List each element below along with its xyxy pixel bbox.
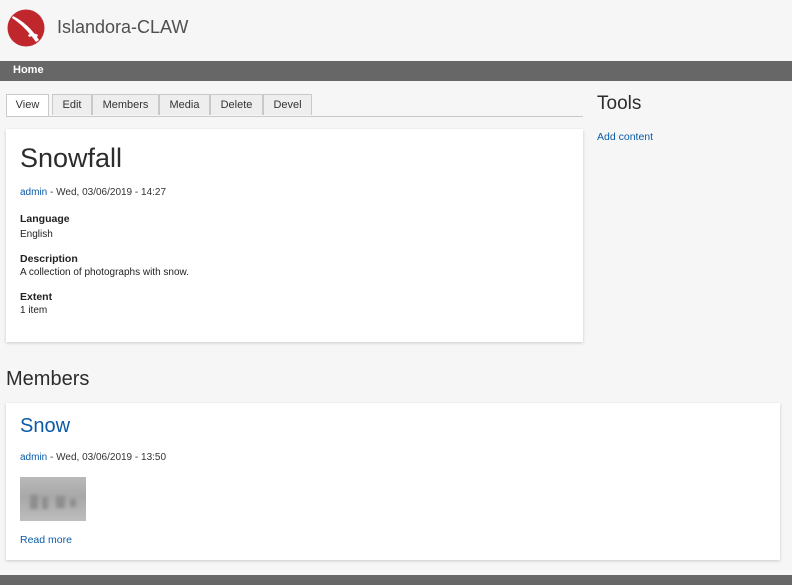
field-description-label: Description xyxy=(20,253,78,265)
field-extent-value: 1 item xyxy=(20,305,48,316)
page-title: Snowfall xyxy=(20,143,123,173)
read-more-link[interactable]: Read more xyxy=(20,534,72,546)
nav-home-link[interactable]: Home xyxy=(13,64,44,76)
member-submitted-date: - Wed, 03/06/2019 - 13:50 xyxy=(47,452,167,463)
members-heading: Members xyxy=(6,368,90,390)
site-name-link[interactable]: Islandora-CLAW xyxy=(57,17,188,38)
field-description-value: A collection of photographs with snow. xyxy=(20,267,189,278)
field-extent-label: Extent xyxy=(20,291,53,303)
claw-logo-icon[interactable] xyxy=(6,9,46,47)
main-navigation: Home xyxy=(0,61,792,81)
add-content-link[interactable]: Add content xyxy=(597,131,653,143)
site-header: Islandora-CLAW xyxy=(0,0,792,61)
submitted-date: - Wed, 03/06/2019 - 14:27 xyxy=(47,187,167,198)
member-author-link[interactable]: admin xyxy=(20,452,47,463)
tab-view[interactable]: View xyxy=(6,94,49,116)
member-submitted-meta: admin - Wed, 03/06/2019 - 13:50 xyxy=(20,452,166,463)
member-title-link[interactable]: Snow xyxy=(20,415,70,438)
field-language-value: English xyxy=(20,229,53,240)
node-content-card: Snowfall admin - Wed, 03/06/2019 - 14:27… xyxy=(6,129,583,342)
member-thumbnail-image[interactable] xyxy=(20,477,86,521)
author-link[interactable]: admin xyxy=(20,187,47,198)
tab-media[interactable]: Media xyxy=(159,94,210,115)
node-submitted-meta: admin - Wed, 03/06/2019 - 14:27 xyxy=(20,187,166,198)
field-language-label: Language xyxy=(20,213,70,225)
local-tasks-tabs: View Edit Members Media Delete Devel xyxy=(6,94,583,117)
tools-block-title: Tools xyxy=(597,93,642,114)
footer-bar xyxy=(0,575,792,585)
tab-edit[interactable]: Edit xyxy=(52,94,92,115)
tab-delete[interactable]: Delete xyxy=(210,94,263,115)
member-teaser-card: Snow admin - Wed, 03/06/2019 - 13:50 Rea… xyxy=(6,403,780,560)
tab-members[interactable]: Members xyxy=(92,94,159,115)
tab-devel[interactable]: Devel xyxy=(263,94,312,115)
